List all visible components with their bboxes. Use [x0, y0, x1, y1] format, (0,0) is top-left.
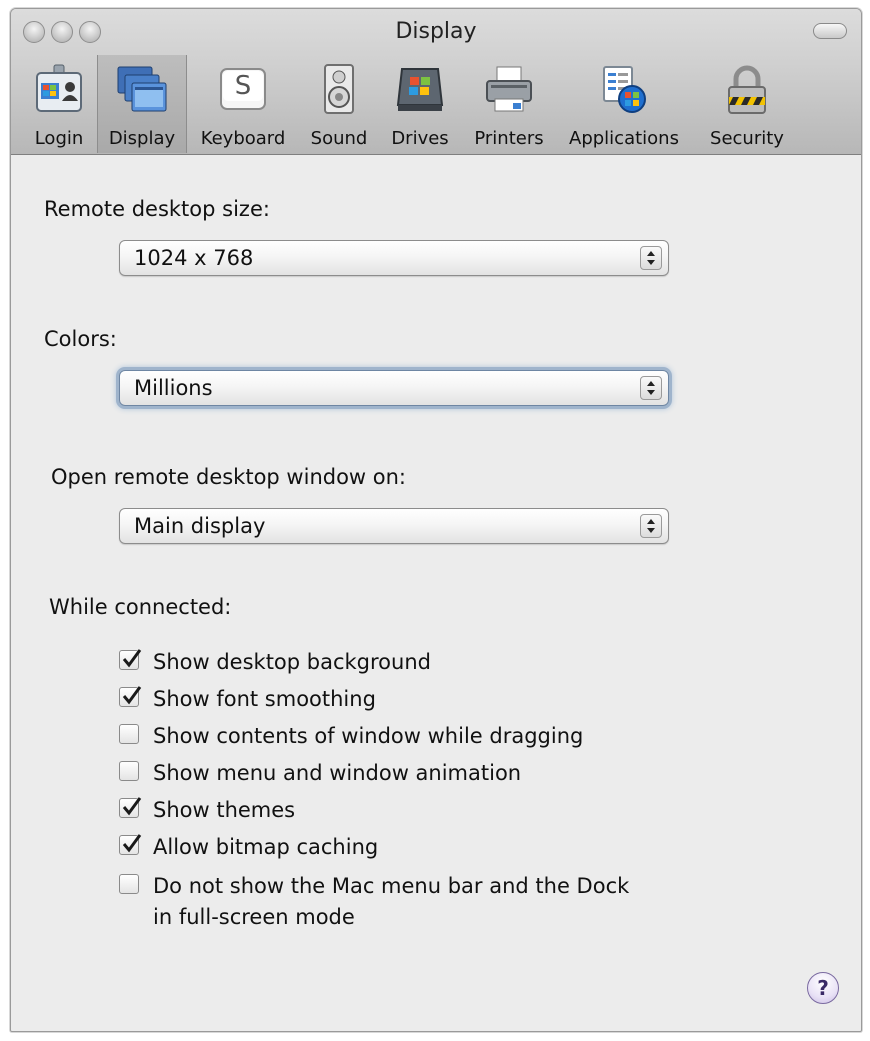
- tab-keyboard-label: Keyboard: [200, 128, 286, 149]
- checkmark-icon: [122, 686, 142, 705]
- remote-size-label: Remote desktop size:: [44, 197, 270, 221]
- checkbox-label: Do not show the Mac menu bar and the Doc…: [153, 874, 630, 898]
- updown-arrows-icon: [640, 376, 662, 400]
- tab-security-label: Security: [710, 128, 784, 149]
- checkbox-label: Show themes: [153, 798, 296, 822]
- updown-arrows-icon: [640, 246, 662, 270]
- checkbox-box[interactable]: [119, 761, 139, 781]
- display-icon: [117, 66, 167, 112]
- tab-printers[interactable]: Printers: [465, 55, 553, 153]
- toolbar-toggle-button[interactable]: [813, 23, 847, 39]
- tab-printers-label: Printers: [474, 128, 544, 149]
- help-button[interactable]: ?: [807, 972, 839, 1004]
- while-connected-label: While connected:: [49, 595, 232, 619]
- tab-applications[interactable]: Applications: [561, 55, 687, 153]
- tab-sound-label: Sound: [310, 128, 368, 149]
- colors-popup[interactable]: Millions: [119, 370, 669, 406]
- open-on-popup[interactable]: Main display: [119, 508, 669, 544]
- keyboard-key-glyph: S: [234, 71, 252, 101]
- remote-size-popup[interactable]: 1024 x 768: [119, 240, 669, 276]
- checkbox-label-line-2: in full-screen mode: [153, 905, 355, 929]
- tab-display[interactable]: Display: [97, 55, 187, 153]
- checkbox-box[interactable]: [119, 724, 139, 744]
- checkbox-label: Show desktop background: [153, 650, 431, 674]
- checkbox-box[interactable]: [119, 686, 142, 707]
- checkmark-icon: [122, 649, 142, 668]
- tab-security[interactable]: Security: [699, 55, 795, 153]
- checkbox-label: Show menu and window animation: [153, 761, 522, 785]
- drive-icon: [396, 68, 444, 111]
- checkmark-icon: [122, 797, 142, 816]
- tab-drives[interactable]: Drives: [383, 55, 457, 153]
- applications-icon: [603, 66, 646, 113]
- padlock-icon: [728, 65, 766, 114]
- tab-applications-label: Applications: [569, 128, 679, 149]
- checkbox-label: Show contents of window while dragging: [153, 724, 584, 748]
- colors-value: Millions: [134, 376, 213, 400]
- checkbox-label: Show font smoothing: [153, 687, 376, 711]
- printer-icon: [486, 66, 532, 112]
- tab-drives-label: Drives: [391, 128, 449, 149]
- open-on-label: Open remote desktop window on:: [51, 465, 407, 489]
- speaker-icon: [324, 64, 354, 114]
- remote-size-value: 1024 x 768: [134, 246, 254, 270]
- checkbox-box[interactable]: [119, 797, 142, 818]
- checkbox-box[interactable]: [119, 649, 142, 670]
- open-on-value: Main display: [134, 514, 266, 538]
- preferences-window: Display Login Display S Keyboard Sound D…: [10, 8, 862, 1032]
- tab-display-label: Display: [108, 128, 176, 149]
- checkbox-box[interactable]: [119, 834, 142, 855]
- tab-login[interactable]: Login: [23, 55, 95, 153]
- checkmark-icon: [122, 834, 142, 853]
- checkbox-label: Allow bitmap caching: [153, 835, 379, 859]
- window-title: Display: [395, 19, 477, 44]
- login-icon: [36, 64, 82, 112]
- toolbar: Display Login Display S Keyboard Sound D…: [11, 9, 861, 155]
- tab-sound[interactable]: Sound: [301, 55, 377, 153]
- updown-arrows-icon: [640, 514, 662, 538]
- tab-keyboard[interactable]: S Keyboard: [193, 55, 293, 153]
- checkbox-box[interactable]: [119, 874, 139, 894]
- tab-login-label: Login: [34, 128, 84, 149]
- colors-label: Colors:: [44, 327, 117, 351]
